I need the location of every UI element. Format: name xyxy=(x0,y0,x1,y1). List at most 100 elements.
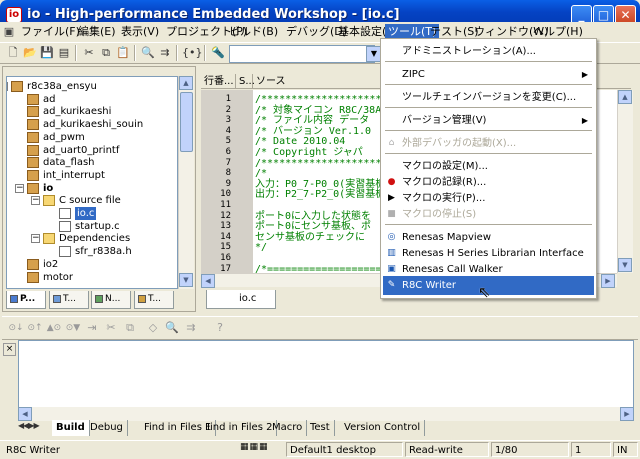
toggle-bookmark-icon[interactable]: ⊙↓ xyxy=(8,320,24,336)
output-cut-icon[interactable]: ✂ xyxy=(103,320,119,336)
output-tab-6[interactable]: Version Control xyxy=(340,420,426,436)
tree-item[interactable]: io.c xyxy=(7,207,177,220)
scroll-right-icon[interactable]: ▶ xyxy=(601,274,615,288)
code-line[interactable]: */ xyxy=(255,242,267,253)
tree-item[interactable]: sfr_r838a.h xyxy=(7,245,177,258)
output-find-icon[interactable]: 🔍 xyxy=(164,320,180,336)
document-icon[interactable]: ▣ xyxy=(2,25,16,39)
tree-item[interactable]: − io xyxy=(7,182,177,195)
tree-expand-icon[interactable]: − xyxy=(31,234,40,244)
scroll-thumb[interactable] xyxy=(180,92,193,152)
tree-item[interactable]: int_interrupt xyxy=(7,169,177,182)
tools-menu-item-2[interactable]: ZIPC ▶ xyxy=(383,65,594,84)
tree-item[interactable]: ad_pwm xyxy=(7,131,177,144)
workspace-tab-3[interactable]: T... xyxy=(134,291,174,309)
output-tab-scroll-icon[interactable]: ◀◀▶▶ xyxy=(18,421,54,435)
find-icon[interactable]: 🔍 xyxy=(140,45,156,61)
tree-item[interactable]: data_flash xyxy=(7,156,177,169)
tree-item[interactable]: ad xyxy=(7,93,177,106)
project-tree[interactable]: − r8c38a_ensyuadad_kurikaeshiad_kurikaesh… xyxy=(6,76,178,289)
braces-icon[interactable]: {•} xyxy=(182,45,203,61)
output-tab-3[interactable]: Find in Files 2 xyxy=(201,420,278,436)
scroll-left-icon[interactable]: ◀ xyxy=(201,274,215,288)
code-line[interactable]: センサ基板のチェックに xyxy=(255,232,365,243)
tools-menu-item-4[interactable]: ツールチェインバージョンを変更(C)... xyxy=(383,88,594,107)
clear-output-icon[interactable]: ◇ xyxy=(145,320,161,336)
next-bookmark-icon[interactable]: ⊙↑ xyxy=(27,320,43,336)
output-horizontal-scrollbar[interactable]: ◀ ▶ xyxy=(18,407,634,421)
output-tab-4[interactable]: Macro xyxy=(268,420,308,436)
tree-item[interactable]: io2 xyxy=(7,258,177,271)
scroll-right-icon[interactable]: ▶ xyxy=(620,407,634,421)
workspace-tab-icon xyxy=(138,294,146,303)
code-line[interactable]: ポート0にセンサ基板、ポ xyxy=(255,221,371,232)
tools-menu-item-0[interactable]: アドミニストレーション(A)... xyxy=(383,42,594,61)
scroll-left-icon[interactable]: ◀ xyxy=(18,407,32,421)
tree-item[interactable]: − C source file xyxy=(7,194,177,207)
code-line[interactable]: ポート0に入力した状態を xyxy=(255,211,371,222)
output-panel-close-icon[interactable]: × xyxy=(3,343,16,356)
line-number: 8 xyxy=(225,168,231,179)
workspace-tab-2[interactable]: N... xyxy=(91,291,131,309)
tree-item[interactable]: ad_uart0_printf xyxy=(7,144,177,157)
scroll-down-icon[interactable]: ▼ xyxy=(618,258,632,272)
clear-bookmarks-icon[interactable]: ⊙▼ xyxy=(65,320,81,336)
scroll-up-icon[interactable]: ▲ xyxy=(618,90,632,104)
tree-item[interactable]: ad_kurikaeshi xyxy=(7,105,177,118)
output-console[interactable] xyxy=(18,340,634,408)
go-to-icon[interactable]: ⇥ xyxy=(84,320,100,336)
tree-item[interactable]: startup.c xyxy=(7,220,177,233)
code-line[interactable]: /* バージョン Ver.1.0 xyxy=(255,126,371,137)
output-tab-1[interactable]: Debug xyxy=(86,420,128,436)
s-column-header[interactable]: S... xyxy=(236,74,255,89)
tree-expand-icon[interactable]: − xyxy=(31,196,40,206)
prev-bookmark-icon[interactable]: ▲⊙ xyxy=(46,320,62,336)
code-line[interactable]: 出力：P2_7-P2_0(実習基板 xyxy=(255,189,385,200)
new-file-icon[interactable]: 🗋 xyxy=(5,45,21,61)
workspace-tab-label: T... xyxy=(63,294,77,304)
line-number-column-header[interactable]: 行番... xyxy=(201,74,236,89)
menu-item-4[interactable]: ビルド(B) xyxy=(226,24,281,40)
scroll-up-icon[interactable]: ▲ xyxy=(179,76,193,90)
tree-expand-icon[interactable]: − xyxy=(7,82,8,91)
tree-item[interactable]: motor xyxy=(7,271,177,284)
tree-item-label: ad_kurikaeshi xyxy=(43,106,112,118)
output-find-in-files-icon[interactable]: ⇉ xyxy=(183,320,199,336)
external-debugger-icon: ⌂ xyxy=(388,138,395,148)
tree-expand-icon[interactable]: − xyxy=(15,183,24,193)
search-combo-input[interactable] xyxy=(229,45,375,63)
scroll-down-icon[interactable]: ▼ xyxy=(179,273,193,287)
project-icon xyxy=(27,258,39,270)
find-in-files-icon[interactable]: 🔦 xyxy=(210,45,226,61)
workspace-tab-0[interactable]: P... xyxy=(6,291,46,309)
code-line[interactable]: /* xyxy=(255,168,267,179)
menu-item-2[interactable]: 表示(V) xyxy=(118,24,162,40)
cut-icon[interactable]: ✂ xyxy=(81,45,97,61)
menu-item-1[interactable]: 編集(E) xyxy=(75,24,119,40)
output-tab-0[interactable]: Build xyxy=(52,420,90,436)
save-icon[interactable]: 💾 xyxy=(39,45,55,61)
code-line[interactable]: /* Copyright ジャパ xyxy=(255,147,363,158)
open-file-icon[interactable]: 📂 xyxy=(22,45,38,61)
tree-item[interactable]: − r8c38a_ensyu xyxy=(7,80,177,93)
code-line[interactable]: /* Date 2010.04 xyxy=(255,136,345,147)
menu-item-0[interactable]: ファイル(F) xyxy=(18,24,83,40)
output-tab-5[interactable]: Test xyxy=(306,420,335,436)
tree-item[interactable]: ad_kurikaeshi_souin xyxy=(7,118,177,131)
output-copy-icon[interactable]: ⧉ xyxy=(122,320,138,336)
app-icon[interactable]: io xyxy=(6,7,22,23)
menu-item-label: 外部デバッガの起動(X)... xyxy=(402,138,517,149)
tools-menu-item-6[interactable]: バージョン管理(V) ▶ xyxy=(383,111,594,130)
save-all-icon[interactable]: ▤ xyxy=(56,45,72,61)
code-line[interactable]: /* 対象マイコン R8C/38A xyxy=(255,105,381,116)
tree-item[interactable]: − Dependencies xyxy=(7,232,177,245)
editor-tab-io-c[interactable]: io.c xyxy=(206,290,276,309)
workspace-vertical-scrollbar[interactable]: ▲ ▼ xyxy=(178,76,194,289)
help-icon[interactable]: ? xyxy=(212,320,228,336)
paste-icon[interactable]: 📋 xyxy=(115,45,131,61)
find-next-icon[interactable]: ⇉ xyxy=(157,45,173,61)
copy-icon[interactable]: ⧉ xyxy=(98,45,114,61)
code-line[interactable]: /* ファイル内容 データ xyxy=(255,115,369,126)
editor-vertical-scrollbar[interactable]: ▲ ▼ xyxy=(617,90,633,273)
workspace-tab-1[interactable]: T... xyxy=(49,291,89,309)
